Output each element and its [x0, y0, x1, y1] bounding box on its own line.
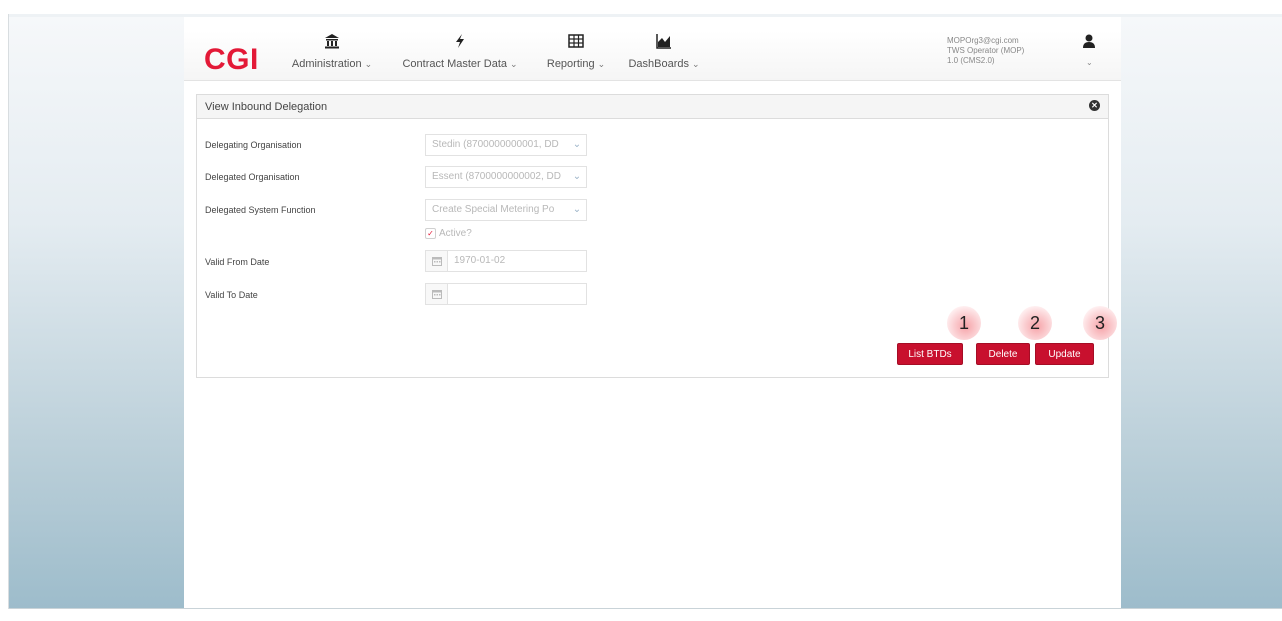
valid-to-date-label: Valid To Date	[205, 290, 258, 300]
chevron-down-icon: ⌄	[568, 200, 586, 220]
bottom-line	[9, 608, 1282, 609]
delegated-organisation-value: Essent (8700000000002, DD	[432, 171, 561, 182]
nav-contract-master-data-label: Contract Master Data	[402, 58, 507, 70]
update-button[interactable]: Update	[1035, 343, 1094, 365]
delegated-organisation-select[interactable]: Essent (8700000000002, DD ⌄	[425, 166, 587, 188]
table-icon	[568, 34, 584, 48]
delegating-organisation-select[interactable]: Stedin (8700000000001, DD ⌄	[425, 134, 587, 156]
nav-dashboards-label: DashBoards	[628, 58, 689, 70]
chevron-down-icon: ⌄	[692, 59, 700, 69]
valid-to-date-input[interactable]	[425, 283, 587, 305]
valid-from-date-value: 1970-01-02	[454, 255, 506, 266]
valid-from-date-label: Valid From Date	[205, 257, 270, 267]
bank-icon	[325, 34, 339, 49]
left-background	[9, 14, 184, 609]
bolt-icon	[456, 34, 464, 48]
delegating-organisation-value: Stedin (8700000000001, DD	[432, 139, 559, 150]
delegated-organisation-label: Delegated Organisation	[205, 172, 300, 182]
valid-from-date-input[interactable]: 1970-01-02	[425, 250, 587, 272]
delegating-organisation-label: Delegating Organisation	[205, 140, 302, 150]
nav-administration-label: Administration	[291, 58, 362, 70]
panel-heading: View Inbound Delegation ✕	[197, 95, 1108, 119]
user-role: TWS Operator (MOP)	[947, 46, 1025, 55]
user-icon[interactable]	[1081, 33, 1097, 49]
top-header: CGI Administration ⌄ Contract Master Data…	[184, 31, 1121, 81]
nav-reporting[interactable]: Reporting ⌄	[538, 31, 614, 81]
callout-3: 3	[1083, 306, 1117, 340]
area-chart-icon	[656, 34, 671, 49]
callout-2: 2	[1018, 306, 1052, 340]
right-background	[1121, 14, 1282, 609]
checkmark-icon: ✓	[425, 228, 436, 239]
top-strip	[9, 14, 1282, 17]
delete-button[interactable]: Delete	[976, 343, 1030, 365]
calendar-icon[interactable]	[426, 251, 448, 271]
nav-contract-master-data[interactable]: Contract Master Data ⌄	[395, 31, 525, 81]
active-checkbox[interactable]: ✓ Active?	[425, 228, 472, 239]
nav-administration[interactable]: Administration ⌄	[280, 31, 384, 81]
user-email: MOPOrg3@cgi.com	[947, 36, 1019, 45]
delegated-system-function-select[interactable]: Create Special Metering Po ⌄	[425, 199, 587, 221]
panel-title: View Inbound Delegation	[205, 101, 328, 113]
active-label: Active?	[439, 228, 472, 240]
list-btds-button[interactable]: List BTDs	[897, 343, 963, 365]
callout-1: 1	[947, 306, 981, 340]
close-icon[interactable]: ✕	[1089, 100, 1100, 111]
delegated-system-function-label: Delegated System Function	[205, 205, 316, 215]
left-edge-line	[8, 14, 9, 609]
cgi-logo[interactable]: CGI	[204, 43, 259, 77]
user-menu-chevron-icon[interactable]: ⌄	[1086, 58, 1093, 67]
delegated-system-function-value: Create Special Metering Po	[432, 204, 555, 215]
nav-reporting-label: Reporting	[546, 58, 595, 70]
nav-dashboards[interactable]: DashBoards ⌄	[625, 31, 703, 81]
chevron-down-icon: ⌄	[568, 135, 586, 155]
chevron-down-icon: ⌄	[597, 59, 606, 69]
user-info[interactable]: MOPOrg3@cgi.com TWS Operator (MOP) 1.0 (…	[947, 36, 1024, 66]
chevron-down-icon: ⌄	[568, 167, 586, 187]
app-version: 1.0 (CMS2.0)	[947, 56, 995, 65]
chevron-down-icon: ⌄	[510, 59, 518, 69]
calendar-icon[interactable]	[426, 284, 448, 304]
chevron-down-icon: ⌄	[364, 59, 373, 69]
